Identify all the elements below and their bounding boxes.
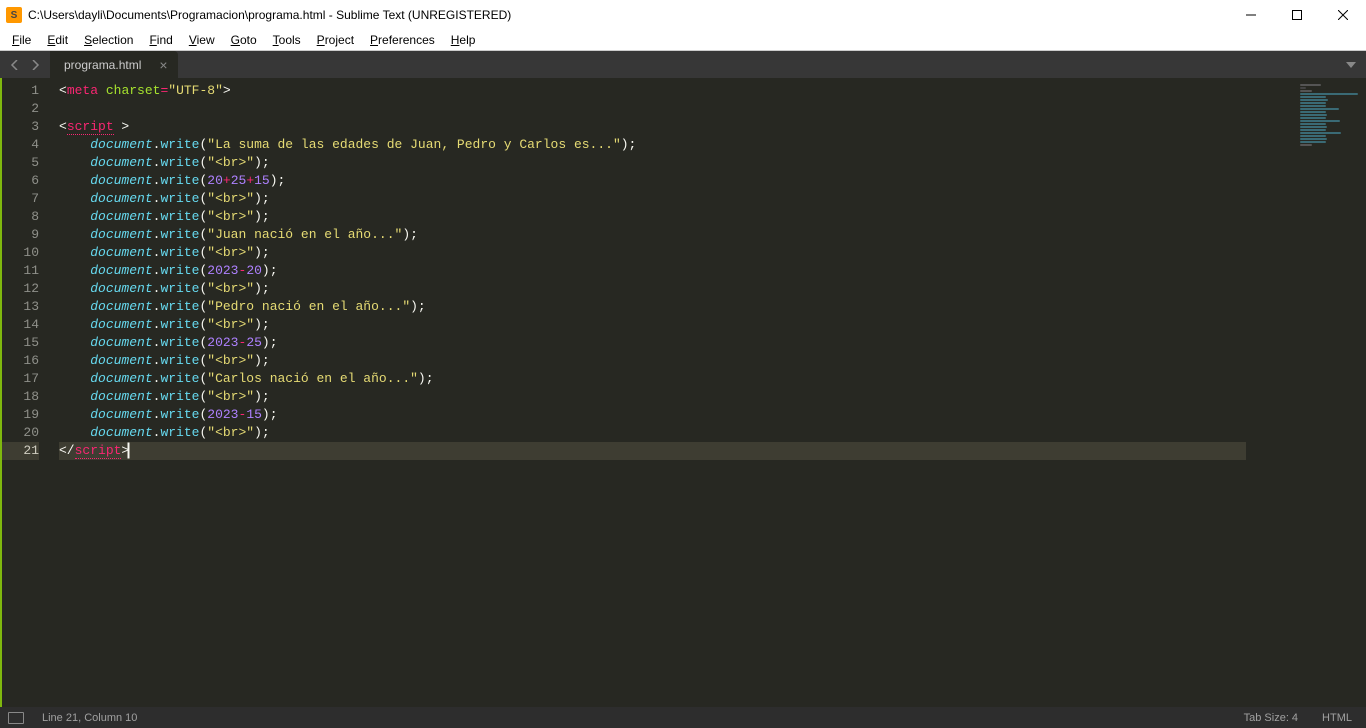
line-number[interactable]: 16 <box>2 352 39 370</box>
code-line[interactable]: document.write("<br>"); <box>59 154 1246 172</box>
line-number[interactable]: 20 <box>2 424 39 442</box>
minimap-line <box>1300 117 1326 119</box>
code-line[interactable]: document.write(2023-20); <box>59 262 1246 280</box>
code-line[interactable]: document.write("<br>"); <box>59 388 1246 406</box>
minimap-line <box>1300 129 1326 131</box>
app-icon: S <box>6 7 22 23</box>
line-number[interactable]: 1 <box>2 82 39 100</box>
line-number[interactable]: 5 <box>2 154 39 172</box>
window-titlebar: S C:\Users\dayli\Documents\Programacion\… <box>0 0 1366 30</box>
close-button[interactable] <box>1320 0 1366 30</box>
line-number[interactable]: 18 <box>2 388 39 406</box>
line-number[interactable]: 4 <box>2 136 39 154</box>
panel-switcher-icon[interactable] <box>8 712 24 724</box>
minimap-line <box>1300 111 1326 113</box>
minimap[interactable] <box>1246 78 1366 707</box>
code-line[interactable]: document.write(2023-25); <box>59 334 1246 352</box>
menu-item-edit[interactable]: Edit <box>39 32 76 49</box>
status-position[interactable]: Line 21, Column 10 <box>36 712 143 724</box>
menu-item-help[interactable]: Help <box>443 32 484 49</box>
line-number[interactable]: 19 <box>2 406 39 424</box>
line-number[interactable]: 3 <box>2 118 39 136</box>
code-line[interactable]: document.write("Pedro nació en el año...… <box>59 298 1246 316</box>
line-number[interactable]: 8 <box>2 208 39 226</box>
minimap-line <box>1300 123 1326 125</box>
minimap-line <box>1300 102 1326 104</box>
code-line[interactable]: document.write("<br>"); <box>59 316 1246 334</box>
code-line[interactable]: </script> <box>59 442 1246 460</box>
code-line[interactable]: document.write("<br>"); <box>59 190 1246 208</box>
menu-item-preferences[interactable]: Preferences <box>362 32 443 49</box>
minimap-line <box>1300 141 1326 143</box>
menu-item-goto[interactable]: Goto <box>223 32 265 49</box>
minimap-line <box>1300 108 1339 110</box>
minimap-line <box>1300 96 1326 98</box>
text-cursor <box>128 443 129 458</box>
line-number[interactable]: 10 <box>2 244 39 262</box>
code-line[interactable]: document.write("<br>"); <box>59 280 1246 298</box>
code-line[interactable]: <script > <box>59 118 1246 136</box>
line-number[interactable]: 17 <box>2 370 39 388</box>
nav-forward-icon[interactable] <box>30 60 40 70</box>
tab-programa[interactable]: programa.html × <box>50 51 178 78</box>
line-number[interactable]: 9 <box>2 226 39 244</box>
tab-label: programa.html <box>64 58 141 72</box>
close-icon[interactable]: × <box>159 58 167 72</box>
minimap-line <box>1300 126 1327 128</box>
minimap-line <box>1300 93 1358 95</box>
menu-item-selection[interactable]: Selection <box>76 32 141 49</box>
code-line[interactable]: document.write("Juan nació en el año..."… <box>59 226 1246 244</box>
minimap-line <box>1300 90 1312 92</box>
line-number[interactable]: 21 <box>2 442 39 460</box>
minimap-line <box>1300 87 1306 89</box>
status-tab-size[interactable]: Tab Size: 4 <box>1238 712 1304 724</box>
window-title: C:\Users\dayli\Documents\Programacion\pr… <box>28 8 511 22</box>
line-number[interactable]: 15 <box>2 334 39 352</box>
code-line[interactable]: document.write("<br>"); <box>59 352 1246 370</box>
menu-item-find[interactable]: Find <box>141 32 180 49</box>
minimap-line <box>1300 105 1326 107</box>
minimap-line <box>1300 99 1328 101</box>
menu-item-file[interactable]: File <box>4 32 39 49</box>
minimap-line <box>1300 138 1327 140</box>
minimap-line <box>1300 135 1326 137</box>
nav-back-icon[interactable] <box>10 60 20 70</box>
line-number[interactable]: 6 <box>2 172 39 190</box>
line-number[interactable]: 12 <box>2 280 39 298</box>
minimap-line <box>1300 132 1341 134</box>
minimap-line <box>1300 120 1340 122</box>
code-line[interactable]: document.write("Carlos nació en el año..… <box>59 370 1246 388</box>
code-line[interactable]: <meta charset="UTF-8"> <box>59 82 1246 100</box>
code-line[interactable]: document.write("<br>"); <box>59 244 1246 262</box>
tab-overflow-icon[interactable] <box>1336 51 1366 78</box>
code-line[interactable]: document.write(2023-15); <box>59 406 1246 424</box>
line-number[interactable]: 14 <box>2 316 39 334</box>
menubar: FileEditSelectionFindViewGotoToolsProjec… <box>0 30 1366 51</box>
maximize-button[interactable] <box>1274 0 1320 30</box>
fold-column <box>47 78 59 707</box>
menu-item-tools[interactable]: Tools <box>265 32 309 49</box>
menu-item-view[interactable]: View <box>181 32 223 49</box>
minimap-line <box>1300 114 1327 116</box>
tab-bar: programa.html × <box>0 51 1366 78</box>
line-number-gutter[interactable]: 123456789101112131415161718192021 <box>2 78 47 707</box>
line-number[interactable]: 2 <box>2 100 39 118</box>
code-area[interactable]: <meta charset="UTF-8"> <script > document… <box>59 78 1246 707</box>
menu-item-project[interactable]: Project <box>309 32 362 49</box>
statusbar: Line 21, Column 10 Tab Size: 4 HTML <box>0 707 1366 728</box>
editor: 123456789101112131415161718192021 <meta … <box>0 78 1366 707</box>
code-line[interactable] <box>59 100 1246 118</box>
minimap-line <box>1300 84 1321 86</box>
code-line[interactable]: document.write("La suma de las edades de… <box>59 136 1246 154</box>
code-line[interactable]: document.write(20+25+15); <box>59 172 1246 190</box>
line-number[interactable]: 11 <box>2 262 39 280</box>
line-number[interactable]: 13 <box>2 298 39 316</box>
status-syntax[interactable]: HTML <box>1316 712 1358 724</box>
code-line[interactable]: document.write("<br>"); <box>59 424 1246 442</box>
minimap-line <box>1300 144 1312 146</box>
minimize-button[interactable] <box>1228 0 1274 30</box>
line-number[interactable]: 7 <box>2 190 39 208</box>
code-line[interactable]: document.write("<br>"); <box>59 208 1246 226</box>
nav-arrows <box>0 51 50 78</box>
